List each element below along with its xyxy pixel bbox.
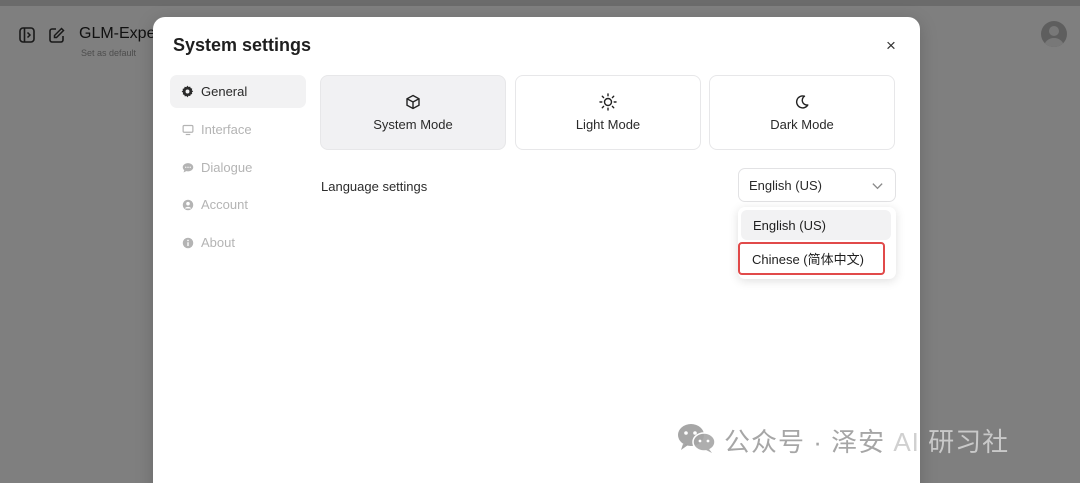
sidebar-item-interface[interactable]: Interface	[170, 113, 306, 146]
sidebar-item-general[interactable]: General	[170, 75, 306, 108]
language-select[interactable]: English (US)	[738, 168, 896, 202]
info-icon	[181, 236, 194, 249]
gear-icon	[181, 85, 194, 98]
sidebar-item-account[interactable]: Account	[170, 188, 306, 221]
language-option-chinese[interactable]: Chinese (简体中文)	[738, 242, 885, 275]
language-select-value: English (US)	[749, 177, 822, 193]
dark-mode-card[interactable]: Dark Mode	[709, 75, 895, 150]
sidebar-item-dialogue[interactable]: Dialogue	[170, 151, 306, 184]
watermark: 公众号 · 泽安 AI 研习社	[676, 420, 1009, 460]
user-circle-icon	[181, 198, 194, 211]
sidebar-item-about[interactable]: About	[170, 226, 306, 259]
sidebar-item-label: Dialogue	[201, 160, 253, 175]
cube-icon	[404, 93, 422, 111]
language-settings-label: Language settings	[321, 179, 428, 194]
sidebar-item-label: About	[201, 235, 235, 250]
chat-bubble-icon	[181, 161, 194, 174]
watermark-text: 公众号 · 泽安 AI 研习社	[724, 426, 1010, 457]
modal-title: System settings	[173, 35, 312, 55]
language-dropdown: English (US) Chinese (简体中文)	[738, 207, 896, 279]
sun-icon	[599, 93, 617, 111]
sidebar-item-label: Interface	[201, 122, 252, 137]
close-button[interactable]: ×	[881, 36, 901, 56]
light-mode-card[interactable]: Light Mode	[515, 75, 701, 150]
moon-icon	[793, 93, 811, 111]
system-mode-card[interactable]: System Mode	[320, 75, 506, 150]
sidebar-item-label: General	[201, 84, 248, 99]
option-label: Chinese (简体中文)	[752, 252, 864, 267]
wechat-logo-icon	[676, 422, 716, 459]
option-label: English (US)	[753, 217, 826, 233]
mode-label: Dark Mode	[770, 117, 834, 132]
mode-label: Light Mode	[575, 117, 641, 132]
mode-label: System Mode	[373, 117, 453, 132]
sidebar-item-label: Account	[201, 197, 248, 212]
monitor-icon	[181, 123, 194, 136]
language-option-english[interactable]: English (US)	[741, 210, 891, 240]
settings-modal: System settings × General Interface Dial…	[153, 17, 920, 483]
chevron-down-icon	[871, 179, 884, 195]
